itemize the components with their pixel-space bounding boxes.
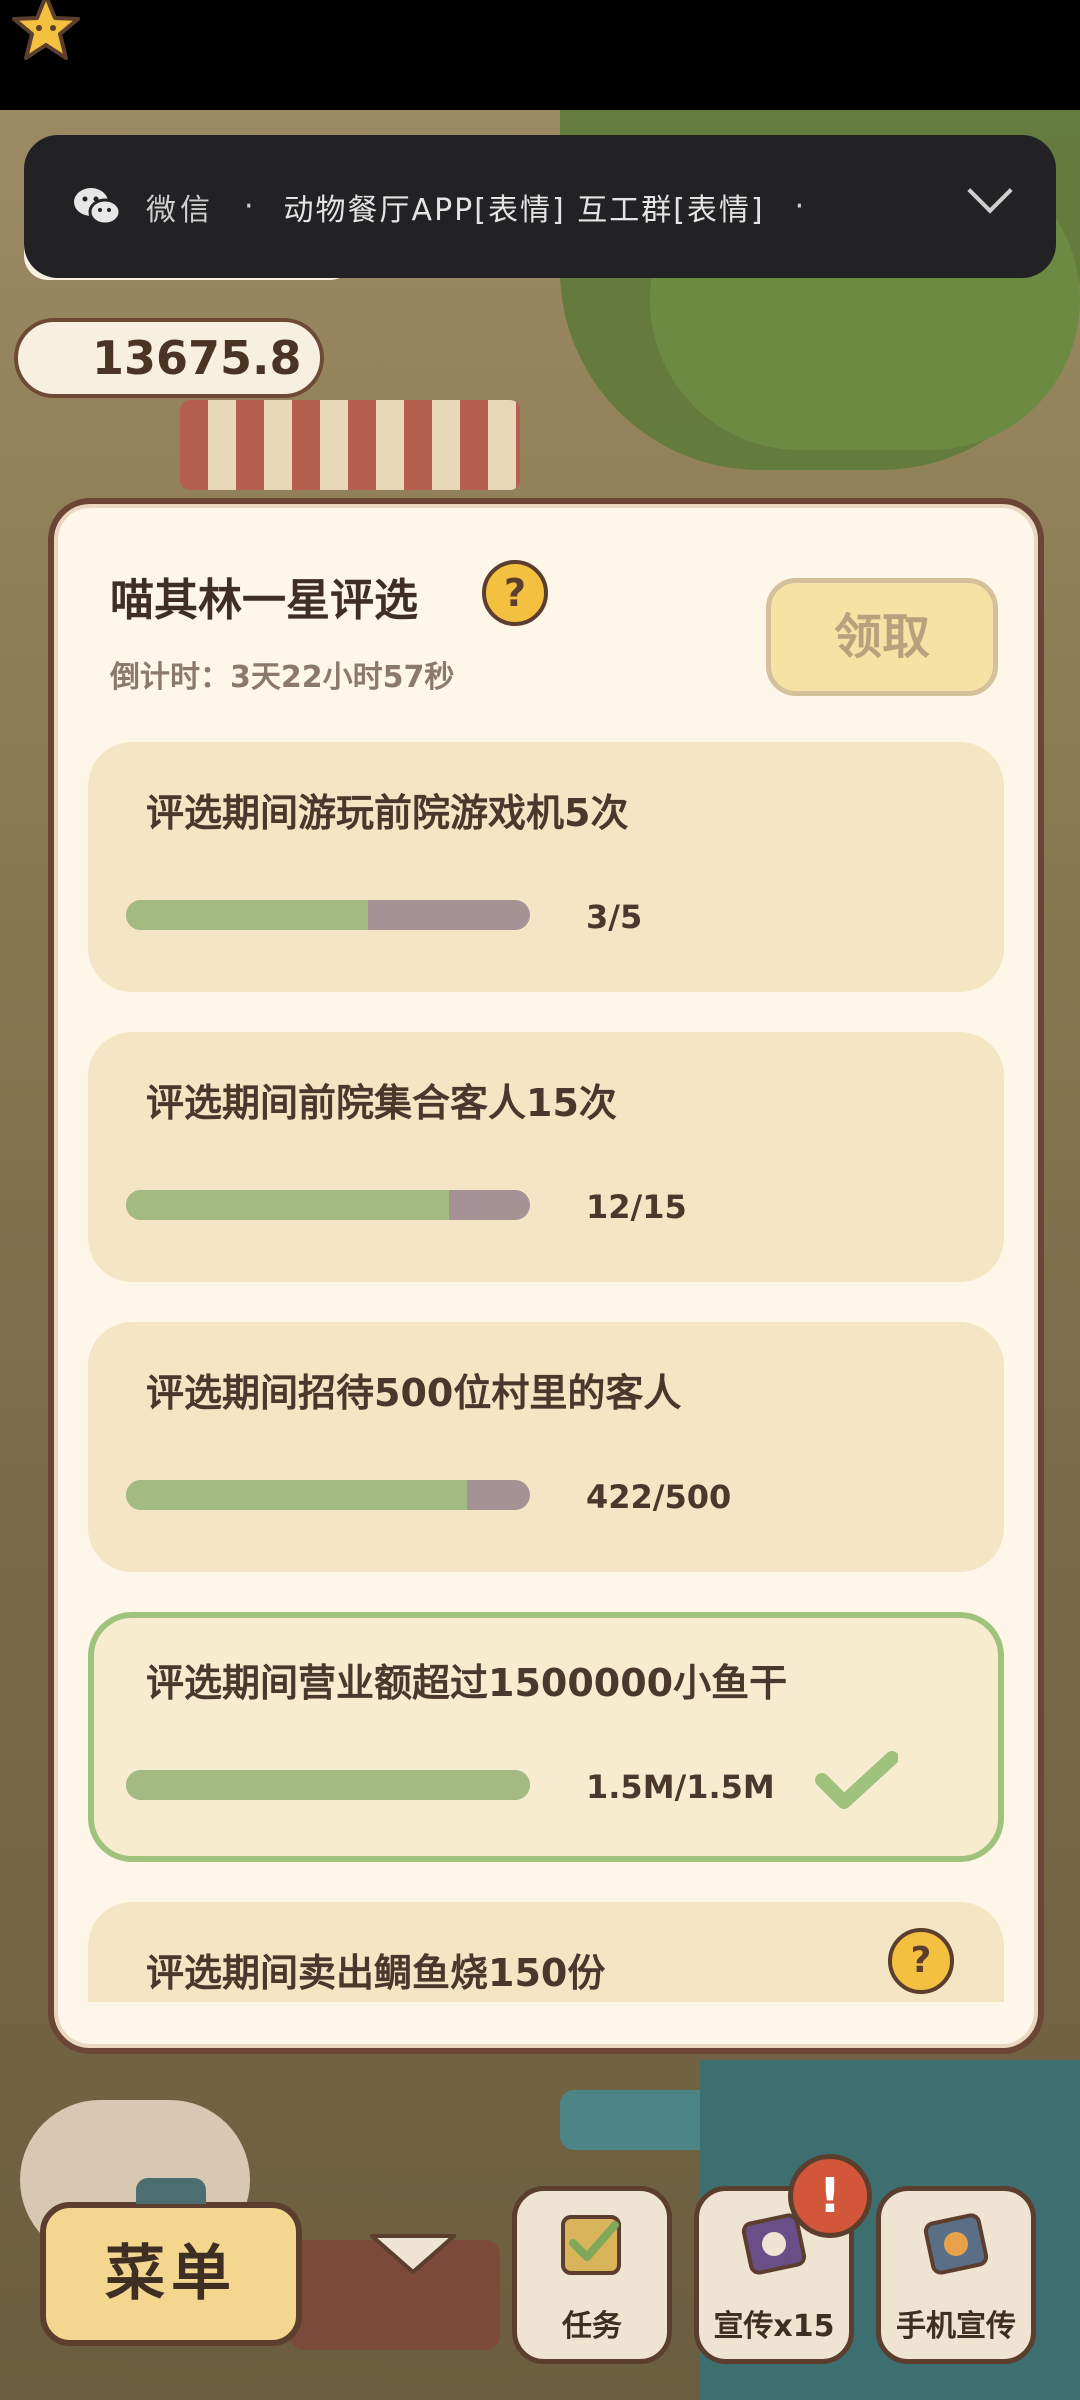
- michelin-rating-modal: 喵其林一星评选 ? 倒计时：3天22小时57秒 领取 评选期间游玩前院游戏机5次…: [48, 498, 1044, 2054]
- clipboard-check-icon: [561, 2215, 621, 2275]
- help-question-icon[interactable]: ?: [888, 1928, 954, 1994]
- progress-fill: [126, 900, 369, 930]
- progress-bar: [126, 900, 530, 930]
- task-card: 评选期间卖出鲷鱼烧150份 ?: [88, 1902, 1004, 2002]
- progress-text: 422/500: [586, 1478, 732, 1516]
- menu-button[interactable]: 菜单: [40, 2178, 302, 2346]
- progress-bar: [126, 1770, 530, 1800]
- task-card: 评选期间游玩前院游戏机5次 3/5: [88, 742, 1004, 992]
- task-title: 评选期间营业额超过1500000小鱼干: [146, 1661, 788, 1705]
- countdown-text: 倒计时：3天22小时57秒: [110, 660, 455, 695]
- collapse-arrow-icon[interactable]: [368, 2232, 458, 2276]
- star-count: 13675.8: [92, 331, 302, 385]
- progress-fill: [126, 1190, 450, 1220]
- task-card-completed: 评选期间营业额超过1500000小鱼干 1.5M/1.5M: [88, 1612, 1004, 1862]
- alert-badge-icon: !: [788, 2154, 872, 2238]
- claim-button[interactable]: 领取: [766, 578, 998, 696]
- status-bar: [0, 0, 1080, 110]
- notification-app-name: 微信: [146, 192, 214, 228]
- wechat-notification-banner[interactable]: 微信 · 动物餐厅APP[表情] 互工群[表情] ·: [24, 135, 1056, 278]
- progress-text: 1.5M/1.5M: [586, 1768, 775, 1806]
- task-title: 评选期间游玩前院游戏机5次: [146, 791, 629, 835]
- tasks-button[interactable]: 任务: [512, 2186, 672, 2364]
- task-title: 评选期间招待500位村里的客人: [146, 1371, 682, 1415]
- help-question-icon[interactable]: ?: [482, 560, 548, 626]
- tasks-label: 任务: [562, 2309, 622, 2344]
- phone-promo-icon: [923, 2213, 989, 2275]
- modal-title: 喵其林一星评选: [110, 575, 418, 626]
- progress-text: 3/5: [586, 898, 643, 936]
- phone-promo-button[interactable]: 手机宣传: [876, 2186, 1036, 2364]
- notification-message: 动物餐厅APP[表情] 互工群[表情]: [283, 192, 765, 228]
- progress-text: 12/15: [586, 1188, 687, 1226]
- task-list[interactable]: 评选期间游玩前院游戏机5次 3/5 评选期间前院集合客人15次 12/15 评选…: [88, 742, 1004, 2002]
- progress-bar: [126, 1480, 530, 1510]
- awning-decoration: [180, 400, 520, 490]
- phone-promo-label: 手机宣传: [896, 2309, 1016, 2344]
- task-title: 评选期间卖出鲷鱼烧150份: [146, 1951, 606, 1995]
- promo-label: 宣传x15: [713, 2309, 835, 2344]
- notification-separator: ·: [794, 189, 805, 224]
- expand-chevron-icon[interactable]: [967, 168, 1013, 214]
- task-title: 评选期间前院集合客人15次: [146, 1081, 617, 1125]
- progress-fill: [126, 1770, 530, 1800]
- wechat-icon: [72, 182, 122, 232]
- task-card: 评选期间招待500位村里的客人 422/500: [88, 1322, 1004, 1572]
- progress-fill: [126, 1480, 467, 1510]
- star-counter: 13675.8: [14, 318, 324, 398]
- task-card: 评选期间前院集合客人15次 12/15: [88, 1032, 1004, 1282]
- progress-bar: [126, 1190, 530, 1220]
- star-icon: [12, 0, 80, 60]
- checkmark-icon: [815, 1751, 898, 1809]
- notification-separator: ·: [244, 189, 254, 224]
